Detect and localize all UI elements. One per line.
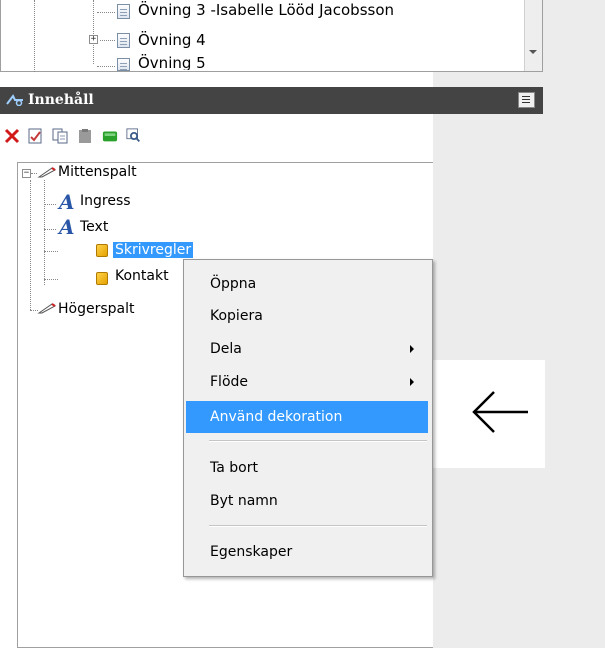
menu-item-egenskaper[interactable]: Egenskaper (186, 536, 428, 568)
block-icon (96, 272, 108, 285)
tree-node-text[interactable]: Text (80, 219, 108, 235)
menu-separator (209, 440, 427, 442)
menu-item-flode[interactable]: Flöde (186, 366, 428, 398)
tree-item-ovning-3[interactable]: Övning 3 -Isabelle Lööd Jacobsson (138, 1, 394, 19)
edit-icon[interactable] (27, 128, 43, 144)
column-icon (37, 167, 56, 178)
preview-icon[interactable] (126, 128, 142, 144)
paste-icon (79, 129, 91, 143)
scroll-down-icon[interactable] (529, 50, 537, 54)
left-arrow-icon (472, 391, 528, 433)
block-icon (96, 244, 108, 257)
text-a-icon: A (59, 215, 75, 239)
menu-separator (209, 525, 427, 527)
delete-icon[interactable] (4, 128, 20, 144)
menu-item-anvand-dekoration[interactable]: Använd dekoration (186, 401, 428, 433)
tree-item-ovning-5[interactable]: Övning 5 (138, 54, 206, 70)
submenu-arrow-icon (410, 345, 414, 353)
book-icon[interactable] (102, 128, 118, 144)
exercise-tree: Övning 3 -Isabelle Lööd Jacobsson + Övni… (0, 0, 543, 76)
menu-item-kopiera[interactable]: Kopiera (186, 300, 428, 332)
panel-menu-icon[interactable] (518, 92, 535, 108)
submenu-arrow-icon (410, 378, 414, 386)
document-icon (117, 58, 130, 71)
collapse-icon[interactable]: − (22, 169, 31, 178)
scrollbar[interactable] (524, 0, 542, 71)
tree-node-hogerspalt[interactable]: Högerspalt (58, 301, 135, 317)
menu-item-oppna[interactable]: Öppna (186, 268, 428, 300)
tree-node-ingress[interactable]: Ingress (80, 193, 131, 209)
panel-header: Innehåll (0, 87, 543, 114)
panel-title: Innehåll (28, 92, 94, 108)
tree-item-ovning-4[interactable]: Övning 4 (138, 31, 206, 49)
menu-item-byt-namn[interactable]: Byt namn (186, 485, 428, 517)
tree-node-kontakt[interactable]: Kontakt (115, 268, 183, 284)
panel-logo-icon (6, 94, 24, 110)
menu-item-dela[interactable]: Dela (186, 333, 428, 365)
column-icon (37, 303, 56, 314)
document-icon (117, 4, 130, 19)
document-icon (117, 33, 130, 48)
menu-item-ta-bort[interactable]: Ta bort (186, 452, 428, 484)
context-menu: Öppna Kopiera Dela Flöde Använd dekorati… (183, 259, 433, 577)
expand-icon[interactable]: + (89, 35, 98, 44)
copy-icon[interactable] (52, 128, 68, 144)
text-a-icon: A (59, 190, 75, 214)
tree-node-mittenspalt[interactable]: Mittenspalt (58, 164, 137, 180)
tree-node-skrivregler[interactable]: Skrivregler (113, 242, 194, 258)
